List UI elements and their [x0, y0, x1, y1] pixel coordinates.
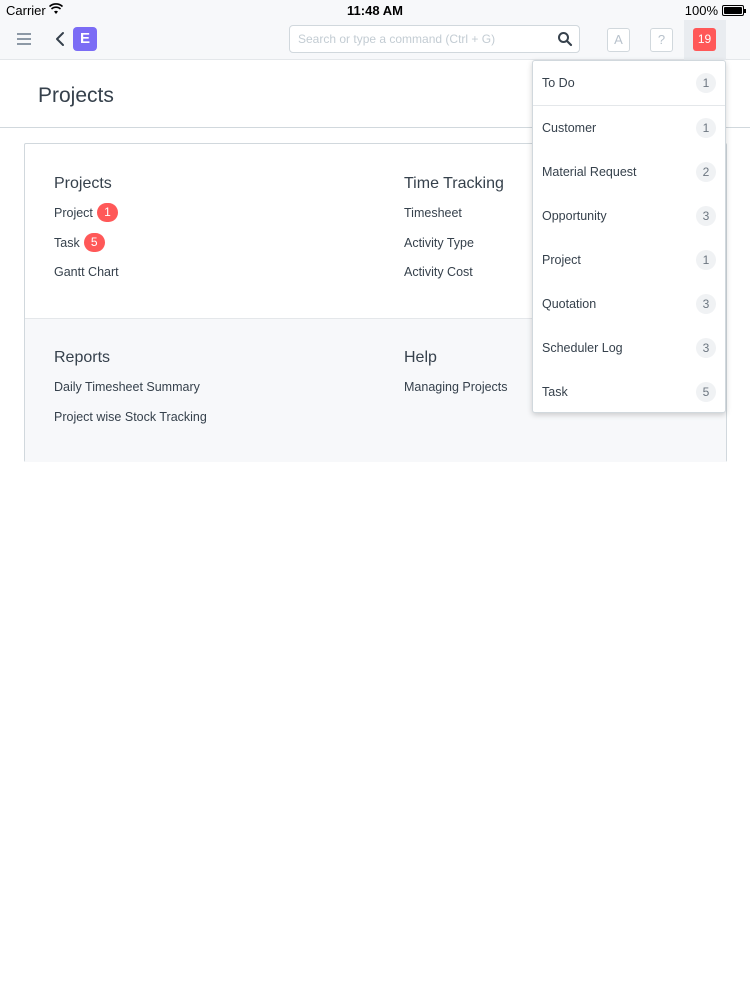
clock: 11:48 AM — [347, 3, 403, 18]
notification-label: To Do — [542, 76, 575, 90]
notification-label: Scheduler Log — [542, 341, 623, 355]
battery-percent: 100% — [684, 3, 718, 18]
app-logo[interactable]: E — [73, 27, 97, 51]
link-label[interactable]: Task — [54, 236, 80, 250]
user-avatar-button[interactable]: A — [607, 28, 630, 52]
notification-item-material-request[interactable]: Material Request 2 — [533, 150, 725, 194]
notification-item-to-do[interactable]: To Do 1 — [533, 61, 725, 105]
hamburger-menu-icon[interactable] — [17, 33, 31, 45]
notification-label: Project — [542, 253, 581, 267]
awesome-bar[interactable] — [289, 25, 580, 53]
project-count-badge: 1 — [96, 203, 118, 223]
link-gantt-chart[interactable]: Gantt Chart — [54, 264, 119, 294]
link-project[interactable]: Project 1 — [54, 203, 119, 235]
link-timesheet[interactable]: Timesheet — [404, 205, 504, 235]
section-title: Projects — [54, 175, 112, 192]
link-task[interactable]: Task 5 — [54, 232, 119, 265]
page: Carrier 11:48 AM 100% E A ? 19 Pr — [0, 0, 750, 1000]
notifications-toggle[interactable]: 19 — [684, 20, 726, 60]
notification-item-project[interactable]: Project 1 — [533, 238, 725, 282]
notification-label: Quotation — [542, 297, 597, 311]
notification-item-customer[interactable]: Customer 1 — [533, 106, 725, 150]
link-activity-type[interactable]: Activity Type — [404, 235, 504, 265]
section-title: Time Tracking — [404, 175, 504, 192]
link-label[interactable]: Project — [54, 206, 93, 220]
notification-item-quotation[interactable]: Quotation 3 — [533, 282, 725, 326]
notification-item-opportunity[interactable]: Opportunity 3 — [533, 194, 725, 238]
projects-section: Projects Project 1 Task 5 Gantt Chart — [54, 175, 119, 294]
link-project-wise-stock-tracking[interactable]: Project wise Stock Tracking — [54, 409, 207, 439]
help-section: Help Managing Projects — [404, 349, 508, 409]
notification-count: 5 — [696, 382, 716, 402]
link-daily-timesheet-summary[interactable]: Daily Timesheet Summary — [54, 379, 207, 409]
notification-item-scheduler-log[interactable]: Scheduler Log 3 — [533, 326, 725, 370]
notification-count: 1 — [696, 118, 716, 138]
notification-label: Material Request — [542, 165, 637, 179]
back-chevron-icon[interactable] — [54, 31, 66, 47]
notification-count-badge[interactable]: 19 — [693, 28, 716, 51]
time-tracking-section: Time Tracking Timesheet Activity Type Ac… — [404, 175, 504, 294]
section-title: Reports — [54, 349, 111, 366]
battery-icon — [722, 5, 746, 16]
reports-section: Reports Daily Timesheet Summary Project … — [54, 349, 207, 438]
notification-count: 2 — [696, 162, 716, 182]
notification-label: Task — [542, 385, 568, 399]
status-bar: Carrier 11:48 AM 100% — [0, 0, 750, 20]
notification-label: Customer — [542, 121, 597, 135]
notifications-dropdown: To Do 1 Customer 1 Material Request 2 Op… — [532, 60, 726, 413]
notification-count: 3 — [696, 294, 716, 314]
notification-label: Opportunity — [542, 209, 607, 223]
notification-count: 3 — [696, 338, 716, 358]
help-button[interactable]: ? — [650, 28, 673, 52]
link-managing-projects[interactable]: Managing Projects — [404, 379, 508, 409]
notification-item-task[interactable]: Task 5 — [533, 370, 725, 414]
notification-count: 3 — [696, 206, 716, 226]
search-input[interactable] — [298, 30, 548, 48]
navbar: E A ? 19 — [0, 20, 750, 60]
notification-count: 1 — [696, 73, 716, 93]
search-icon[interactable] — [557, 31, 573, 47]
page-title: Projects — [38, 84, 114, 107]
task-count-badge: 5 — [83, 232, 105, 252]
notification-count: 1 — [696, 250, 716, 270]
link-activity-cost[interactable]: Activity Cost — [404, 264, 504, 294]
section-title: Help — [404, 349, 437, 366]
